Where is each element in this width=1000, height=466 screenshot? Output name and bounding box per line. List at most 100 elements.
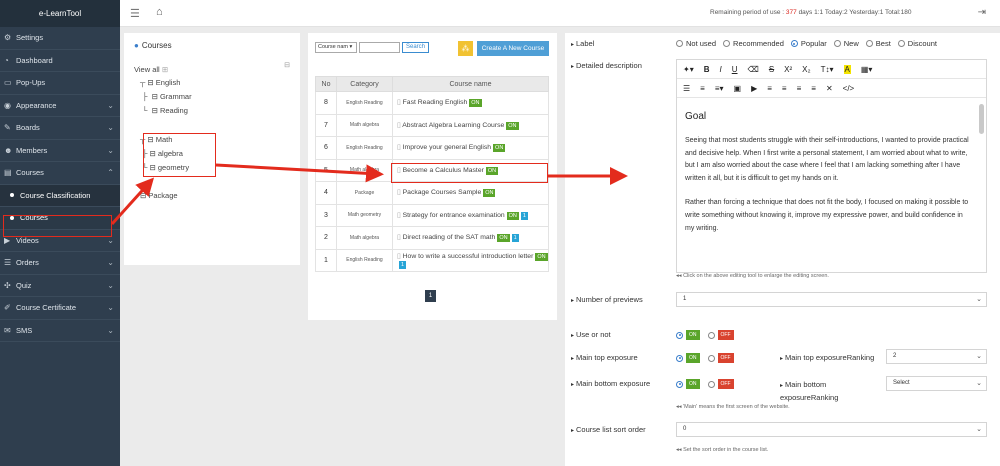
label-radio-discount[interactable]: Discount bbox=[897, 39, 937, 48]
on-radio[interactable] bbox=[676, 354, 683, 362]
table-row[interactable]: 1 English Reading ▯ How to write a succe… bbox=[315, 248, 549, 272]
chevron-down-icon: ⌄ bbox=[976, 426, 982, 433]
sidebar-item-quiz[interactable]: ✣ Quiz ⌄ bbox=[0, 275, 120, 297]
align-right-icon[interactable]: ≡ bbox=[797, 84, 802, 93]
magic-wand-icon[interactable]: ✦▾ bbox=[683, 65, 694, 74]
off-radio[interactable] bbox=[707, 331, 715, 339]
tree-node-reading[interactable]: └ ⊟ Reading bbox=[140, 106, 188, 115]
tree-node-grammar[interactable]: ├ ⊟ Grammar bbox=[140, 92, 192, 101]
row-no: 8 bbox=[315, 91, 337, 115]
search-button[interactable]: Search bbox=[402, 42, 429, 53]
label-radio-new[interactable]: New bbox=[833, 39, 859, 48]
fullscreen-icon[interactable]: ✕ bbox=[826, 84, 833, 93]
sidebar-item-appearance[interactable]: ◉ Appearance ⌄ bbox=[0, 95, 120, 117]
on-radio[interactable] bbox=[676, 331, 683, 339]
video-icon[interactable]: ▶ bbox=[751, 84, 757, 93]
main-bottom-rank-select[interactable]: Select ⌄ bbox=[886, 376, 987, 391]
create-course-button[interactable]: Create A New Course bbox=[477, 41, 549, 56]
underline-icon[interactable]: U bbox=[732, 65, 738, 74]
bullet-icon bbox=[10, 193, 14, 198]
row-course-name[interactable]: ▯ How to write a successful introduction… bbox=[392, 248, 549, 272]
bold-icon[interactable]: B bbox=[704, 65, 710, 74]
tree-node-english[interactable]: ┬ ⊟ English bbox=[140, 78, 180, 87]
hamburger-icon[interactable]: ☰ bbox=[130, 7, 140, 20]
main-top-rank-select[interactable]: 2 ⌄ bbox=[886, 349, 987, 364]
previews-select[interactable]: 1 ⌄ bbox=[676, 292, 987, 307]
sidebar-item-members[interactable]: ☻ Members ⌄ bbox=[0, 140, 120, 162]
sidebar-item-dashboard[interactable]: ◔ Dashboard bbox=[0, 50, 120, 72]
tree-view-all[interactable]: View all ⊞ bbox=[134, 65, 168, 74]
editor-scrollbar[interactable] bbox=[979, 104, 984, 134]
main-top-toggle[interactable]: ON OFF bbox=[676, 353, 734, 363]
paragraph-icon[interactable]: ≡▾ bbox=[715, 84, 724, 93]
table-row[interactable]: 3 Math geometry ▯ Strategy for entrance … bbox=[315, 203, 549, 227]
row-category: Math algebra bbox=[336, 158, 393, 182]
ordered-list-icon[interactable]: ≡ bbox=[700, 84, 705, 93]
row-course-name[interactable]: ▯ Strategy for entrance examination ON 1 bbox=[392, 203, 549, 227]
on-radio[interactable] bbox=[676, 380, 683, 388]
strikethrough-icon[interactable]: S bbox=[769, 65, 774, 74]
previews-field-label: ▸ Number of previews bbox=[571, 295, 643, 304]
row-course-name[interactable]: ▯ Abstract Algebra Learning Course ON bbox=[392, 113, 549, 137]
col-course-name: Course name bbox=[392, 76, 549, 92]
sidebar-item-orders[interactable]: ☰ Orders ⌄ bbox=[0, 252, 120, 275]
radio-button[interactable] bbox=[865, 40, 873, 47]
font-size-icon[interactable]: T↕▾ bbox=[821, 65, 834, 74]
table-row[interactable]: 8 English Reading ▯ Fast Reading English… bbox=[315, 91, 549, 115]
label-radio-recommended[interactable]: Recommended bbox=[723, 39, 784, 48]
sidebar-item-courses[interactable]: ▤ Courses ⌃ bbox=[0, 162, 120, 185]
sidebar-item-popups[interactable]: ▭ Pop-Ups bbox=[0, 72, 120, 95]
search-filter-select[interactable]: Course nam ▾ bbox=[315, 42, 357, 53]
sort-order-input[interactable]: 0 ⌄ bbox=[676, 422, 987, 437]
sidebar-item-course-certificate[interactable]: ✐ Course Certificate ⌄ bbox=[0, 297, 120, 320]
row-no: 5 bbox=[315, 158, 337, 182]
table-icon[interactable]: ▦▾ bbox=[861, 65, 873, 74]
caret-right-icon: ▸ bbox=[571, 382, 575, 388]
off-radio[interactable] bbox=[707, 354, 715, 362]
editor-content[interactable]: Goal Seeing that most students struggle … bbox=[677, 101, 977, 273]
row-course-name[interactable]: ▯ Package Courses Sample ON bbox=[392, 181, 549, 205]
on-badge: ON bbox=[506, 211, 519, 220]
row-course-name[interactable]: ▯ Direct reading of the SAT math ON 1 bbox=[392, 226, 549, 250]
row-course-name[interactable]: ▯ Fast Reading English ON bbox=[392, 91, 549, 115]
table-row[interactable]: 4 Package ▯ Package Courses Sample ON bbox=[315, 181, 549, 205]
image-icon[interactable]: ▣ bbox=[734, 84, 742, 93]
subscript-icon[interactable]: X₂ bbox=[802, 65, 810, 74]
search-input[interactable] bbox=[359, 42, 400, 53]
sidebar-subitem-course-classification[interactable]: Course Classification bbox=[0, 184, 120, 207]
code-view-icon[interactable]: </> bbox=[843, 84, 855, 93]
tree-node-package[interactable]: ⊟ Package bbox=[140, 191, 178, 200]
home-icon[interactable]: ⌂ bbox=[156, 6, 163, 18]
main-bottom-toggle[interactable]: ON OFF bbox=[676, 379, 734, 389]
radio-button[interactable] bbox=[790, 40, 798, 47]
row-course-name[interactable]: ▯ Improve your general English ON bbox=[392, 136, 549, 160]
collapse-icon[interactable]: ⊟ bbox=[284, 61, 290, 69]
sidebar-item-settings[interactable]: ⚙ Settings bbox=[0, 27, 120, 50]
logout-icon[interactable]: ⇥ bbox=[978, 7, 986, 18]
table-row[interactable]: 7 Math algebra ▯ Abstract Algebra Learni… bbox=[315, 113, 549, 137]
superscript-icon[interactable]: X² bbox=[784, 65, 792, 74]
table-row[interactable]: 2 Math algebra ▯ Direct reading of the S… bbox=[315, 226, 549, 250]
label-radio-best[interactable]: Best bbox=[865, 39, 891, 48]
table-row[interactable]: 6 English Reading ▯ Improve your general… bbox=[315, 136, 549, 160]
unordered-list-icon[interactable]: ☰ bbox=[683, 84, 690, 93]
sidebar-item-sms[interactable]: ✉ SMS ⌄ bbox=[0, 320, 120, 342]
rich-text-editor[interactable]: ✦▾ B I U ⌫ S X² X₂ T↕▾ A ▦▾ ☰ ≡ ≡▾ ▣ ▶ ≡… bbox=[676, 59, 987, 273]
label-radio-not-used[interactable]: Not used bbox=[676, 39, 716, 48]
radio-button[interactable] bbox=[833, 40, 841, 47]
radio-button[interactable] bbox=[676, 40, 683, 47]
italic-icon[interactable]: I bbox=[720, 65, 722, 74]
label-radio-popular[interactable]: Popular bbox=[790, 39, 827, 48]
align-justify-icon[interactable]: ≡ bbox=[811, 84, 816, 93]
text-color-icon[interactable]: A bbox=[843, 64, 851, 74]
off-radio[interactable] bbox=[707, 380, 715, 388]
radio-button[interactable] bbox=[897, 40, 905, 47]
align-center-icon[interactable]: ≡ bbox=[782, 84, 787, 93]
radio-button[interactable] bbox=[723, 40, 731, 47]
use-toggle[interactable]: ON OFF bbox=[676, 330, 734, 340]
page-1-button[interactable]: 1 bbox=[425, 290, 436, 302]
eraser-icon[interactable]: ⌫ bbox=[748, 65, 759, 74]
category-button[interactable]: ⁂ bbox=[458, 41, 473, 56]
align-left-icon[interactable]: ≡ bbox=[767, 84, 772, 93]
sidebar-item-boards[interactable]: ✎ Boards ⌄ bbox=[0, 117, 120, 140]
